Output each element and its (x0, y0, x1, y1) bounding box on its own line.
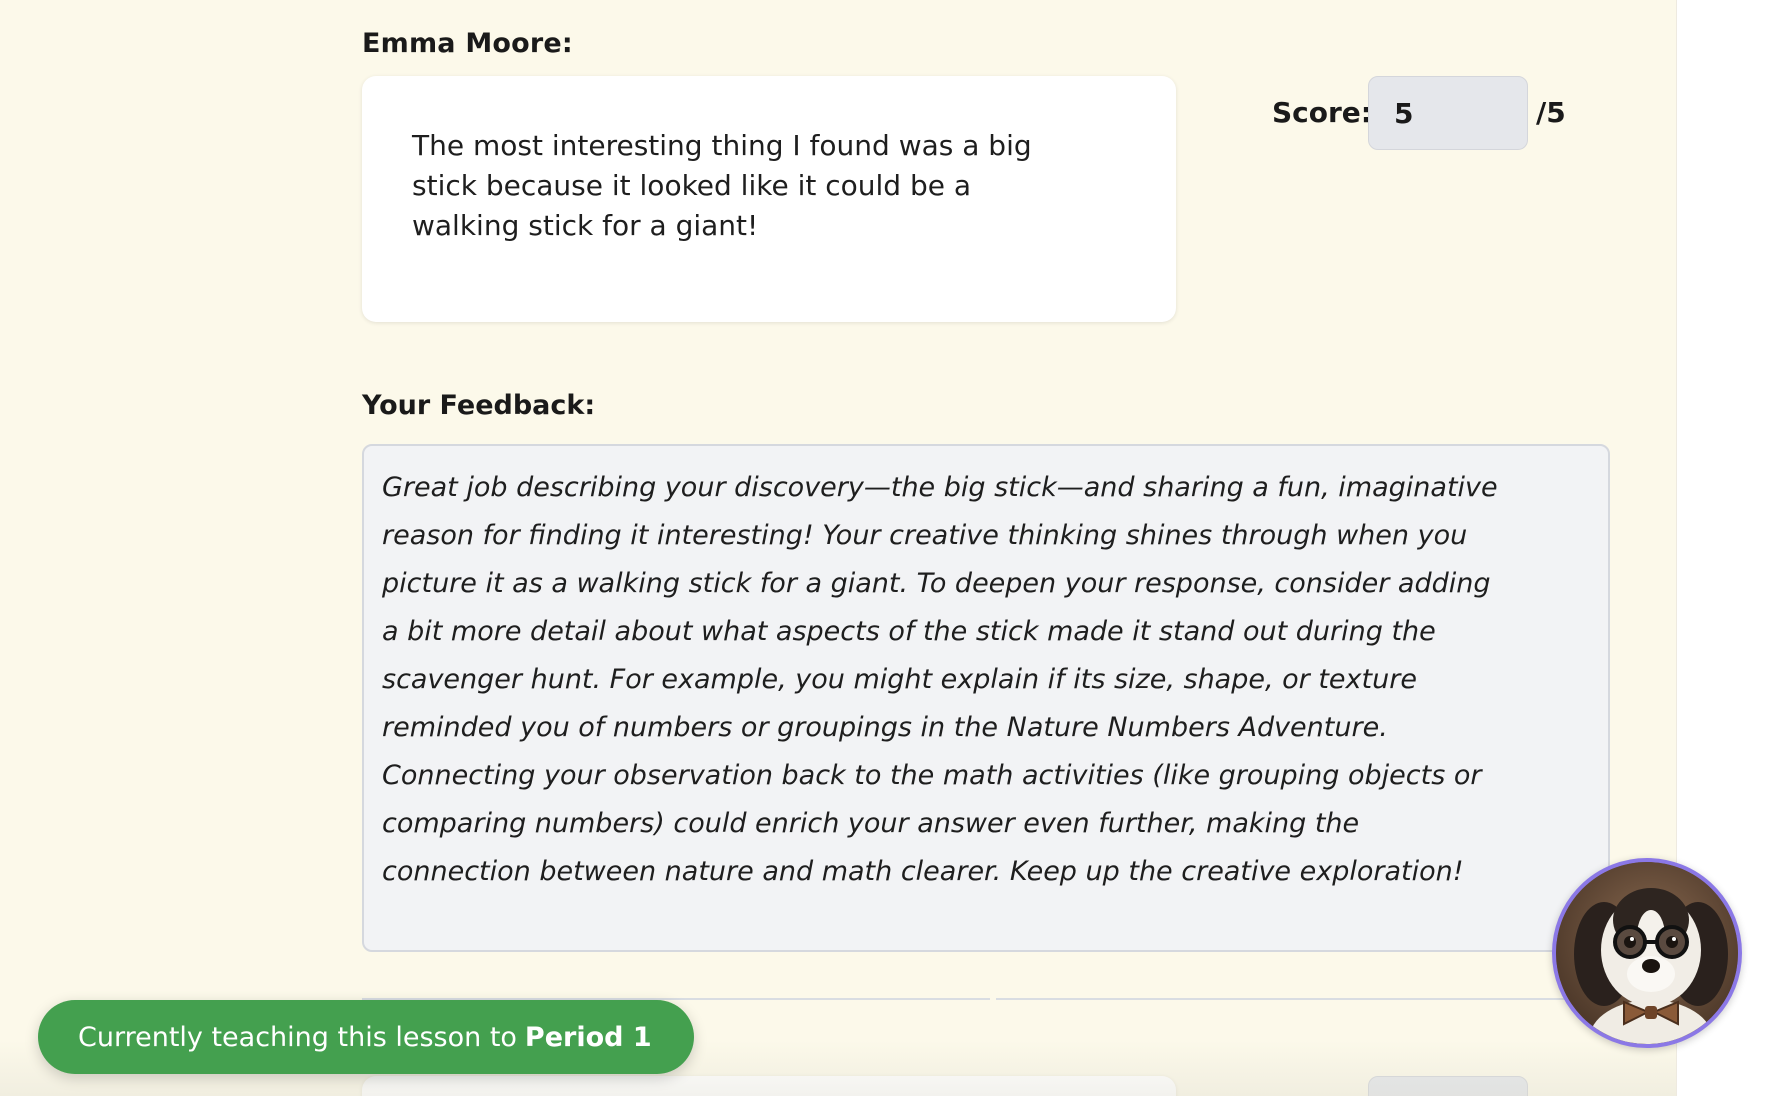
feedback-heading: Your Feedback: (362, 390, 596, 421)
grading-page: Emma Moore: The most interesting thing I… (0, 0, 1768, 1096)
score-max: /5 (1536, 96, 1566, 129)
student-answer-text: The most interesting thing I found was a… (412, 129, 1032, 242)
feedback-textarea[interactable]: Great job describing your discovery—the … (362, 444, 1610, 952)
section-divider-right (996, 998, 1576, 1000)
dog-assistant-avatar-icon[interactable] (1552, 858, 1742, 1048)
next-student-answer-card (362, 1076, 1176, 1096)
student-answer-card: The most interesting thing I found was a… (362, 76, 1176, 322)
score-input[interactable] (1368, 76, 1528, 150)
feedback-text: Great job describing your discovery—the … (382, 472, 1498, 887)
banner-prefix: Currently teaching this lesson to (78, 1021, 517, 1053)
banner-period: Period 1 (524, 1021, 652, 1053)
student-name: Emma Moore: (362, 28, 573, 59)
next-score-input[interactable] (1368, 1076, 1528, 1096)
score-label: Score: (1272, 96, 1372, 129)
teaching-status-banner[interactable]: Currently teaching this lesson to Period… (38, 1000, 694, 1074)
dog-avatar-illustration (1556, 862, 1738, 1044)
